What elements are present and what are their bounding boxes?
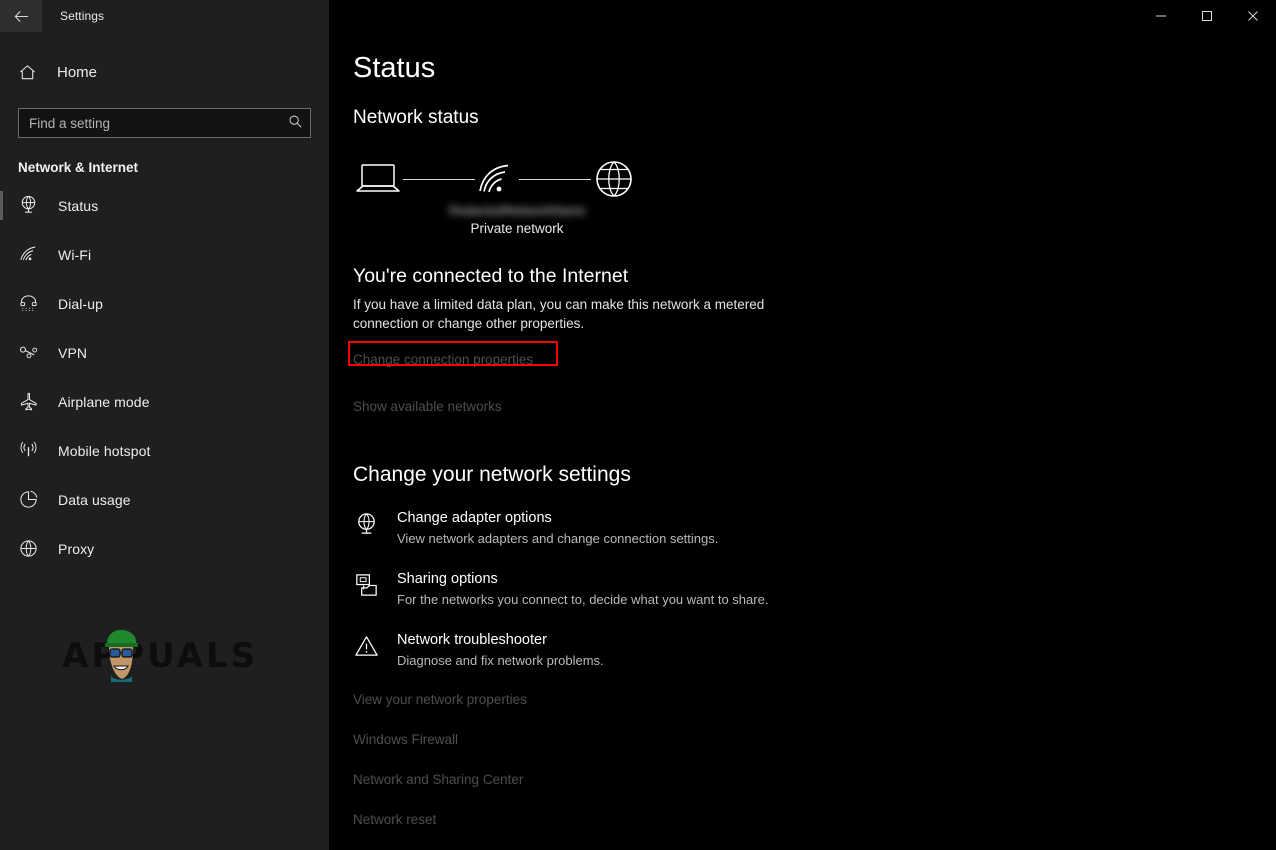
option-change-adapter-options[interactable]: Change adapter options View network adap… <box>353 509 913 548</box>
option-subtitle: Diagnose and fix network problems. <box>397 652 604 670</box>
sidebar-item-airplane-mode-label: Airplane mode <box>58 394 150 410</box>
maximize-button[interactable] <box>1184 0 1230 32</box>
sidebar-item-airplane-mode[interactable]: Airplane mode <box>0 377 329 426</box>
network-reset-link[interactable]: Network reset <box>353 812 1276 827</box>
option-subtitle: For the networks you connect to, decide … <box>397 591 768 609</box>
option-texts: Sharing options For the networks you con… <box>397 570 768 609</box>
sidebar-item-status-label: Status <box>58 198 98 214</box>
sidebar-item-home[interactable]: Home <box>0 52 329 92</box>
network-type-label: Private network <box>429 221 605 236</box>
network-ssid: RedactedNetworkName <box>449 203 585 220</box>
view-network-properties-link[interactable]: View your network properties <box>353 692 1276 707</box>
windows-firewall-link[interactable]: Windows Firewall <box>353 732 1276 747</box>
network-status-heading: Network status <box>353 107 1276 129</box>
network-diagram: RedactedNetworkName Private network <box>353 151 673 239</box>
sidebar-item-status[interactable]: Status <box>0 181 329 230</box>
change-connection-properties-link[interactable]: Change connection properties <box>353 352 533 367</box>
change-network-settings-heading: Change your network settings <box>353 463 1276 487</box>
mascot-icon <box>98 624 144 682</box>
connection-heading: You're connected to the Internet <box>353 265 1276 288</box>
wifi-signal-icon <box>475 160 519 198</box>
sidebar-item-mobile-hotspot-label: Mobile hotspot <box>58 443 150 459</box>
laptop-icon <box>353 160 403 198</box>
watermark-text: APPUALS <box>62 636 258 676</box>
page-title: Status <box>353 52 1276 85</box>
option-texts: Change adapter options View network adap… <box>397 509 718 548</box>
close-icon <box>1247 10 1259 22</box>
window-controls <box>329 0 1276 32</box>
settings-window: Settings <box>0 0 1276 850</box>
maximize-icon <box>1201 10 1213 22</box>
warning-triangle-icon <box>353 631 397 660</box>
wifi-icon <box>18 244 46 265</box>
show-available-networks-link[interactable]: Show available networks <box>353 399 502 414</box>
close-button[interactable] <box>1230 0 1276 32</box>
search-input[interactable] <box>18 108 311 138</box>
dialup-modem-icon <box>18 293 46 314</box>
change-connection-properties-row: Change connection properties <box>353 351 533 369</box>
main-content: Status Network status <box>329 0 1276 850</box>
option-title: Change adapter options <box>397 509 718 528</box>
option-subtitle: View network adapters and change connect… <box>397 530 718 548</box>
network-status-icon <box>18 195 46 216</box>
sidebar-item-wifi-label: Wi-Fi <box>58 247 91 263</box>
sidebar-item-proxy[interactable]: Proxy <box>0 524 329 573</box>
airplane-icon <box>18 391 46 412</box>
minimize-icon <box>1155 10 1167 22</box>
back-arrow-icon <box>13 8 30 25</box>
connection-description: If you have a limited data plan, you can… <box>353 295 773 333</box>
appuals-watermark: APPUALS <box>62 620 302 692</box>
back-button[interactable] <box>0 0 42 32</box>
option-texts: Network troubleshooter Diagnose and fix … <box>397 631 604 670</box>
titlebar-left: Settings <box>0 0 329 32</box>
sidebar-item-data-usage-label: Data usage <box>58 492 131 508</box>
bottom-links: View your network properties Windows Fir… <box>353 692 1276 827</box>
sidebar: Home Network & Internet <box>0 0 329 850</box>
pie-chart-icon <box>18 489 46 510</box>
titlebar: Settings <box>0 0 1276 32</box>
sidebar-item-vpn[interactable]: VPN <box>0 328 329 377</box>
hotspot-icon <box>18 440 46 461</box>
network-settings-options: Change adapter options View network adap… <box>353 509 1276 670</box>
option-title: Sharing options <box>397 570 768 589</box>
diagram-link-1 <box>403 179 475 180</box>
sidebar-category-label: Network & Internet <box>18 160 329 175</box>
sidebar-item-dialup[interactable]: Dial-up <box>0 279 329 328</box>
minimize-button[interactable] <box>1138 0 1184 32</box>
sidebar-item-dialup-label: Dial-up <box>58 296 103 312</box>
sidebar-item-data-usage[interactable]: Data usage <box>0 475 329 524</box>
sidebar-item-mobile-hotspot[interactable]: Mobile hotspot <box>0 426 329 475</box>
app-title: Settings <box>60 9 104 23</box>
sidebar-item-wifi[interactable]: Wi-Fi <box>0 230 329 279</box>
vpn-key-icon <box>18 342 46 363</box>
sidebar-item-proxy-label: Proxy <box>58 541 94 557</box>
sidebar-item-vpn-label: VPN <box>58 345 87 361</box>
globe-icon <box>591 156 637 202</box>
show-available-networks-row: Show available networks <box>353 398 1276 416</box>
option-title: Network troubleshooter <box>397 631 604 650</box>
globe-icon <box>18 538 46 559</box>
sidebar-nav-list: Status Wi-Fi <box>0 181 329 573</box>
diagram-link-2 <box>519 179 591 180</box>
search-container <box>18 108 311 138</box>
network-and-sharing-center-link[interactable]: Network and Sharing Center <box>353 772 1276 787</box>
adapter-globe-icon <box>353 509 397 538</box>
option-network-troubleshooter[interactable]: Network troubleshooter Diagnose and fix … <box>353 631 913 670</box>
home-icon <box>18 63 44 82</box>
sidebar-item-home-label: Home <box>57 64 97 81</box>
sharing-folder-icon <box>353 570 397 599</box>
option-sharing-options[interactable]: Sharing options For the networks you con… <box>353 570 913 609</box>
